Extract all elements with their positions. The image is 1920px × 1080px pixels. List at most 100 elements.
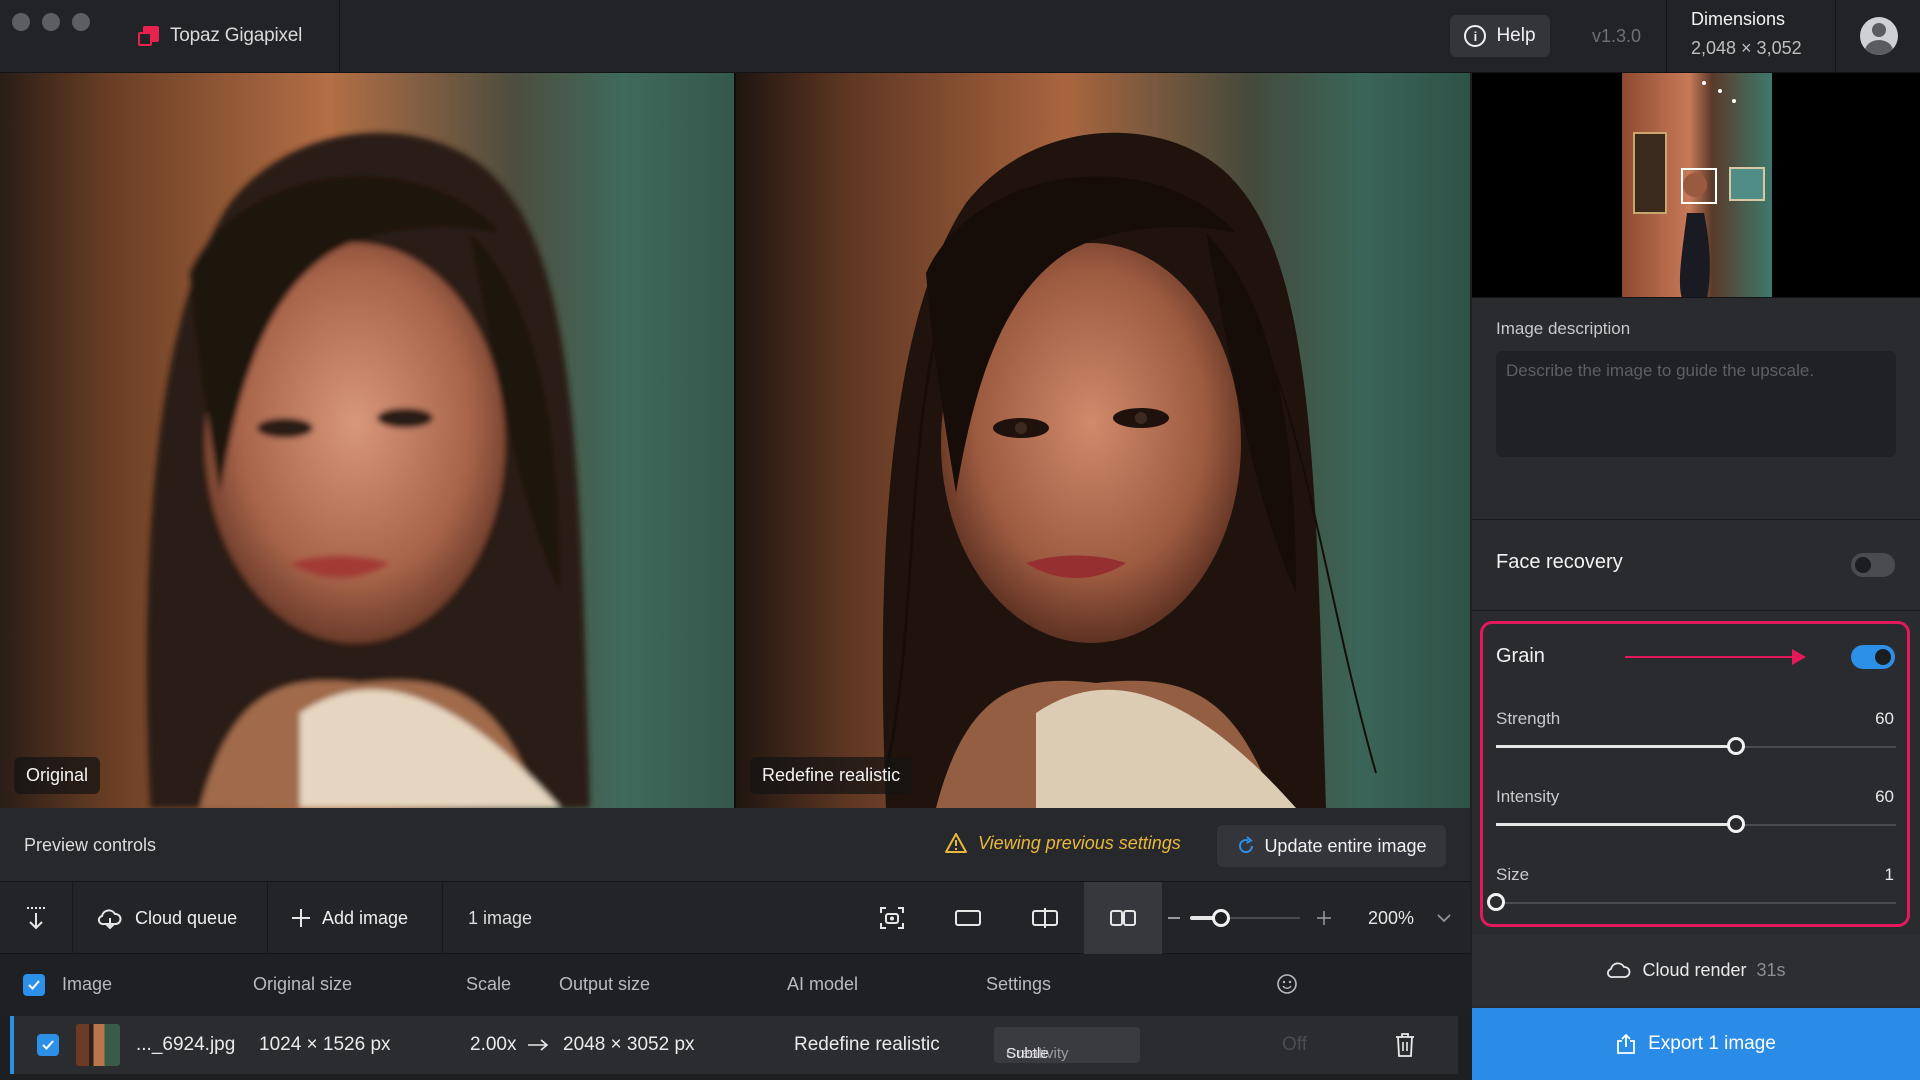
side-by-side-icon xyxy=(1110,910,1136,926)
header-settings: Settings xyxy=(986,974,1052,994)
original-preview-pane[interactable]: Original xyxy=(0,73,734,808)
cloud-queue-button[interactable]: Cloud queue xyxy=(73,882,268,954)
strength-value[interactable]: 60 xyxy=(1875,709,1894,729)
import-button[interactable] xyxy=(0,882,73,954)
upscaled-portrait-image xyxy=(736,73,1470,808)
checkmark-icon xyxy=(42,1040,54,1050)
refresh-icon xyxy=(1239,836,1254,854)
preview-controls-bar: Preview controls Viewing previous settin… xyxy=(0,808,1470,882)
size-label: Size xyxy=(1496,865,1530,884)
export-label: Export 1 image xyxy=(1648,1033,1776,1054)
trash-icon[interactable] xyxy=(1394,1032,1416,1058)
export-button[interactable]: Export 1 image xyxy=(1472,1008,1920,1080)
cloud-render-button[interactable]: Cloud render 31s xyxy=(1472,935,1920,1005)
previous-settings-warning: Viewing previous settings xyxy=(944,832,1181,854)
output-size: 2048 × 3052 px xyxy=(563,1034,695,1055)
screenshot-view-button[interactable] xyxy=(874,900,910,936)
dimensions-value: 2,048 × 3,052 xyxy=(1691,38,1802,58)
topaz-logo-icon xyxy=(138,26,160,48)
zoom-level[interactable]: 200% xyxy=(1368,908,1414,929)
strength-slider-knob[interactable] xyxy=(1727,737,1745,755)
dimensions-title: Dimensions xyxy=(1691,9,1786,29)
app-brand: Topaz Gigapixel xyxy=(0,0,340,72)
queue-table-header: Image Original size Scale Output size AI… xyxy=(0,954,1470,1016)
intensity-slider-knob[interactable] xyxy=(1727,815,1745,833)
size-slider-track[interactable] xyxy=(1496,902,1896,904)
user-avatar[interactable] xyxy=(1860,17,1898,55)
arrow-right-icon xyxy=(528,1039,549,1051)
plus-icon xyxy=(292,909,310,927)
add-image-label: Add image xyxy=(322,907,409,928)
add-image-button[interactable]: Add image xyxy=(268,882,443,954)
settings-pill[interactable]: Creativity Subtle xyxy=(994,1027,1140,1063)
original-portrait-image xyxy=(0,73,734,808)
size-value[interactable]: 1 xyxy=(1885,865,1894,885)
update-entire-image-button[interactable]: Update entire image xyxy=(1217,825,1446,867)
settings-panel: Image description Describe the image to … xyxy=(1472,73,1920,1080)
intensity-value[interactable]: 60 xyxy=(1875,787,1894,807)
model-label: Redefine realistic xyxy=(750,757,913,794)
checkmark-icon xyxy=(28,980,40,990)
face-recovery-label: Face recovery xyxy=(1496,551,1623,573)
cloud-render-time: 31s xyxy=(1756,959,1786,980)
original-size: 1024 × 1526 px xyxy=(259,1034,391,1055)
annotation-arrow-line xyxy=(1625,656,1795,658)
image-description-placeholder: Describe the image to guide the upscale. xyxy=(1506,361,1815,380)
ai-model: Redefine realistic xyxy=(794,1034,940,1055)
header-image: Image xyxy=(62,974,113,994)
section-divider xyxy=(1472,519,1920,520)
navigator-thumbnail[interactable] xyxy=(1472,73,1920,298)
cloud-render-label: Cloud render xyxy=(1642,959,1747,980)
section-divider xyxy=(1472,610,1920,611)
header-scale: Scale xyxy=(466,974,512,994)
face-recovery-toggle[interactable] xyxy=(1851,553,1895,577)
strength-label: Strength xyxy=(1496,709,1561,728)
original-label: Original xyxy=(14,757,101,794)
scale: 2.00x xyxy=(470,1034,517,1055)
image-thumbnail xyxy=(76,1024,120,1066)
split-view-icon xyxy=(1032,908,1058,928)
table-row[interactable]: ..._6924.jpg 1024 × 1526 px 2.00x 2048 ×… xyxy=(10,1016,1458,1074)
zoom-in-icon[interactable] xyxy=(1316,910,1332,926)
navigator-image xyxy=(1622,73,1772,297)
cloud-queue-icon xyxy=(97,909,122,930)
grain-toggle[interactable] xyxy=(1851,645,1895,669)
help-label: Help xyxy=(1496,25,1536,46)
info-icon: i xyxy=(1464,25,1487,47)
chevron-down-icon[interactable] xyxy=(1436,912,1452,924)
select-all-checkbox[interactable] xyxy=(23,974,45,996)
header-ai-model: AI model xyxy=(787,974,859,994)
comparison-preview[interactable]: Original Redefine realistic xyxy=(0,73,1470,808)
zoom-out-button[interactable] xyxy=(1168,917,1180,919)
import-down-arrow-icon xyxy=(27,907,45,930)
title-bar: Topaz Gigapixel i Help v1.3.0 Dimensions… xyxy=(0,0,1920,73)
warning-icon xyxy=(945,833,967,853)
creativity-value: Subtle xyxy=(1006,1045,1049,1062)
update-label: Update entire image xyxy=(1264,835,1427,856)
zoom-slider-knob[interactable] xyxy=(1212,909,1230,927)
app-version: v1.3.0 xyxy=(1592,26,1642,46)
size-slider-knob[interactable] xyxy=(1487,893,1505,911)
preview-controls-label: Preview controls xyxy=(24,835,157,855)
intensity-slider-fill xyxy=(1496,823,1736,826)
upscaled-preview-pane[interactable]: Redefine realistic xyxy=(736,73,1470,808)
annotation-arrow-head xyxy=(1792,649,1806,665)
single-view-button[interactable] xyxy=(950,900,986,936)
dimensions-readout: Dimensions 2,048 × 3,052 xyxy=(1666,0,1836,72)
help-button[interactable]: i Help xyxy=(1450,15,1550,57)
face-recovery-status: Off xyxy=(1282,1034,1307,1055)
strength-slider-fill xyxy=(1496,745,1736,748)
header-original-size: Original size xyxy=(253,974,353,994)
split-view-button[interactable] xyxy=(1027,900,1063,936)
side-by-side-view-button[interactable] xyxy=(1084,882,1162,954)
row-checkbox[interactable] xyxy=(37,1034,59,1056)
image-description-label: Image description xyxy=(1496,319,1631,338)
app-name: Topaz Gigapixel xyxy=(170,25,303,46)
image-description-input[interactable]: Describe the image to guide the upscale. xyxy=(1496,351,1896,457)
single-view-icon xyxy=(955,910,981,926)
cloud-queue-label: Cloud queue xyxy=(135,907,238,928)
export-icon xyxy=(1617,1033,1635,1054)
queue-toolbar: Cloud queue Add image 1 image 200% xyxy=(0,882,1470,954)
face-icon xyxy=(1277,974,1297,994)
warning-text: Viewing previous settings xyxy=(978,832,1181,853)
